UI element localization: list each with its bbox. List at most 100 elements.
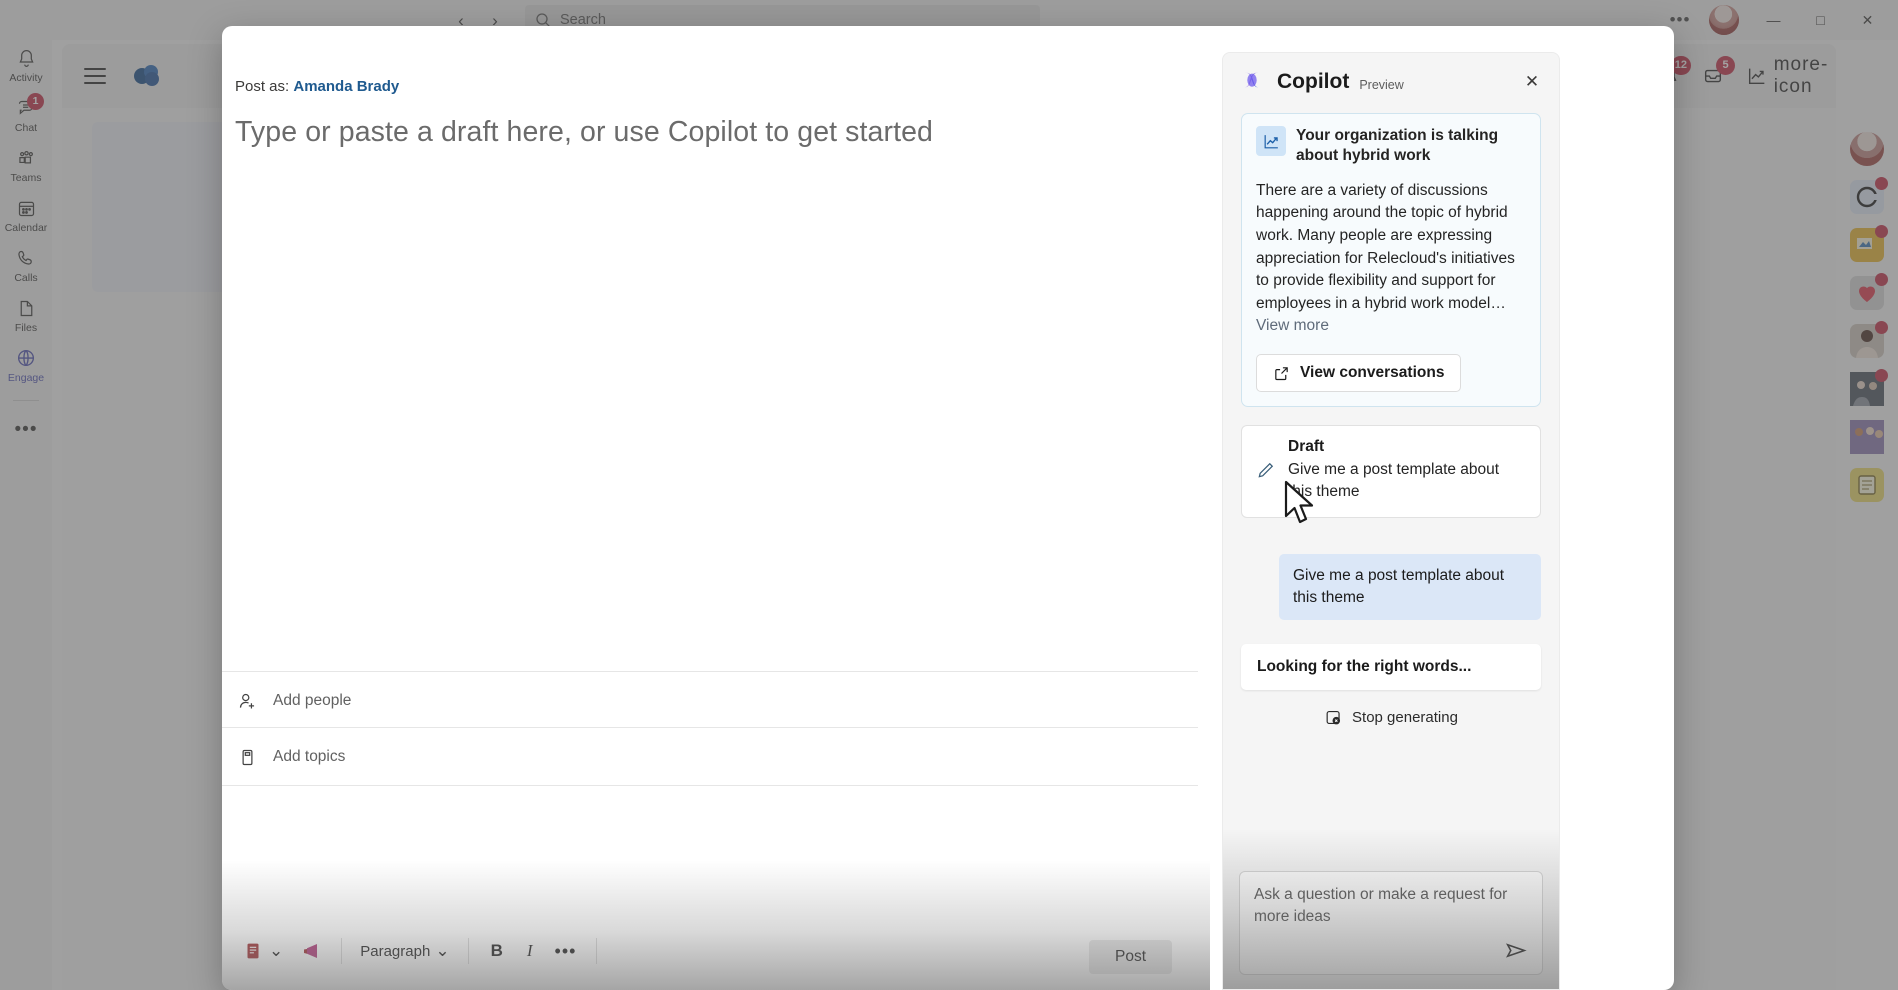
minimize-button[interactable]: — — [1751, 0, 1796, 40]
list-item[interactable] — [1850, 372, 1884, 406]
sidebar-item-label: Files — [15, 322, 37, 334]
pencil-icon — [1256, 460, 1276, 485]
post-button[interactable]: Post — [1089, 940, 1172, 974]
copilot-preview-badge: Preview — [1359, 78, 1403, 92]
avatar[interactable] — [1850, 132, 1884, 166]
status-badge — [1875, 369, 1888, 382]
sidebar-more-button[interactable]: ••• — [15, 419, 38, 441]
insight-card-header: Your organization is talking about hybri… — [1256, 126, 1526, 166]
inbox-badge: 5 — [1716, 56, 1735, 75]
file-icon — [14, 296, 38, 320]
insight-card-text: There are a variety of discussions happe… — [1256, 182, 1515, 312]
post-composer-modal: Post as: Amanda Brady Type or paste a dr… — [222, 26, 1674, 990]
copilot-header: Copilot Preview ✕ — [1223, 53, 1559, 111]
maximize-button[interactable]: □ — [1798, 0, 1843, 40]
view-conversations-label: View conversations — [1300, 364, 1444, 382]
list-item[interactable] — [1850, 468, 1884, 502]
post-as-label: Post as: — [235, 78, 289, 95]
stop-icon — [1324, 708, 1343, 727]
sidebar-item-engage[interactable]: Engage — [0, 346, 52, 384]
add-people-label: Add people — [273, 692, 351, 710]
list-item[interactable] — [1850, 180, 1884, 214]
list-item[interactable] — [1850, 420, 1884, 454]
stop-generating-button[interactable]: Stop generating — [1241, 708, 1541, 727]
send-icon[interactable] — [1504, 938, 1530, 964]
sidebar-item-calendar[interactable]: Calendar — [0, 196, 52, 234]
sidebar-item-label: Calendar — [5, 222, 48, 234]
sidebar-item-teams[interactable]: Teams — [0, 146, 52, 184]
close-window-button[interactable]: ✕ — [1845, 0, 1890, 40]
post-composer: Post as: Amanda Brady Type or paste a dr… — [222, 26, 1210, 990]
paragraph-style-label: Paragraph — [360, 943, 430, 960]
hamburger-icon[interactable] — [84, 68, 106, 84]
italic-button[interactable]: I — [515, 935, 545, 967]
copilot-input-placeholder: Ask a question or make a request for mor… — [1254, 884, 1528, 929]
sidebar-item-activity[interactable]: Activity — [0, 46, 52, 84]
bold-label: B — [491, 941, 503, 961]
post-type-chevron-down-icon: ⌄ — [269, 947, 283, 955]
insight-card-body: There are a variety of discussions happe… — [1256, 180, 1526, 338]
draft-placeholder-text: Type or paste a draft here, or use Copil… — [235, 116, 1192, 149]
sidebar-item-calls[interactable]: Calls — [0, 246, 52, 284]
add-person-icon — [235, 689, 259, 713]
copilot-prompt-input[interactable]: Ask a question or make a request for mor… — [1239, 871, 1543, 975]
status-badge: 1 — [27, 93, 44, 110]
draft-suggestion-label: Draft — [1288, 438, 1324, 455]
viva-engage-logo — [132, 62, 166, 90]
draft-suggestion-text-block: Draft Give me a post template about this… — [1288, 438, 1524, 503]
list-item[interactable] — [1850, 276, 1884, 310]
insight-card-title: Your organization is talking about hybri… — [1296, 126, 1526, 166]
analytics-icon[interactable] — [1744, 63, 1770, 89]
divider — [222, 785, 1198, 786]
divider — [468, 938, 469, 964]
status-badge — [1875, 225, 1888, 238]
engage-icon — [14, 346, 38, 370]
background-more-icon[interactable]: more-icon — [1788, 63, 1814, 89]
paragraph-style-dropdown[interactable]: Paragraph ⌄ — [352, 937, 457, 966]
add-people-row[interactable]: Add people — [222, 673, 1198, 729]
sidebar-item-label: Activity — [9, 72, 42, 84]
more-formatting-label: ••• — [555, 941, 577, 962]
chevron-down-icon: ⌄ — [435, 947, 449, 955]
avatar[interactable] — [1709, 5, 1739, 35]
status-badge — [1875, 177, 1888, 190]
italic-label: I — [527, 941, 533, 961]
post-as-row: Post as: Amanda Brady — [235, 78, 399, 95]
left-app-rail: T Activity 1 Chat — [0, 0, 52, 990]
insight-card[interactable]: Your organization is talking about hybri… — [1241, 113, 1541, 407]
chat-message-assistant: Looking for the right words... — [1241, 644, 1541, 690]
topics-icon — [235, 745, 259, 769]
sidebar-item-files[interactable]: Files — [0, 296, 52, 334]
stop-generating-label: Stop generating — [1352, 709, 1458, 726]
list-item[interactable] — [1850, 324, 1884, 358]
teams-icon — [14, 146, 38, 170]
announcement-button[interactable] — [291, 933, 331, 969]
bold-button[interactable]: B — [479, 935, 515, 967]
post-type-button[interactable]: ⌄ — [234, 934, 291, 968]
titlebar-right-controls: ••• — □ ✕ — [1663, 0, 1890, 40]
right-avatar-rail — [1836, 44, 1898, 990]
mouse-cursor — [1282, 480, 1322, 530]
list-item[interactable] — [1850, 228, 1884, 262]
sidebar-item-label: Calls — [14, 272, 37, 284]
copilot-conversation-scroll[interactable]: Your organization is talking about hybri… — [1223, 111, 1559, 861]
inbox-icon[interactable]: 5 — [1700, 63, 1726, 89]
divider — [596, 938, 597, 964]
copilot-input-area: Ask a question or make a request for mor… — [1223, 861, 1559, 989]
formatting-toolbar: ⌄ Paragraph ⌄ B I ••• — [222, 912, 1210, 990]
megaphone-icon — [299, 939, 323, 963]
add-topics-label: Add topics — [273, 748, 345, 766]
view-more-link[interactable]: View more — [1256, 317, 1329, 334]
more-formatting-button[interactable]: ••• — [545, 935, 587, 968]
divider — [222, 671, 1198, 672]
post-as-user-link[interactable]: Amanda Brady — [293, 78, 399, 95]
view-conversations-button[interactable]: View conversations — [1256, 354, 1461, 392]
post-draft-area[interactable]: Type or paste a draft here, or use Copil… — [235, 116, 1192, 664]
sidebar-item-label: Teams — [11, 172, 42, 184]
close-icon[interactable]: ✕ — [1517, 67, 1547, 97]
sidebar-item-chat[interactable]: 1 Chat — [0, 96, 52, 134]
calendar-icon — [14, 196, 38, 220]
add-topics-row[interactable]: Add topics — [222, 729, 1198, 785]
rail-divider — [13, 400, 39, 401]
copilot-panel: Copilot Preview ✕ Your organization is t… — [1222, 52, 1560, 990]
